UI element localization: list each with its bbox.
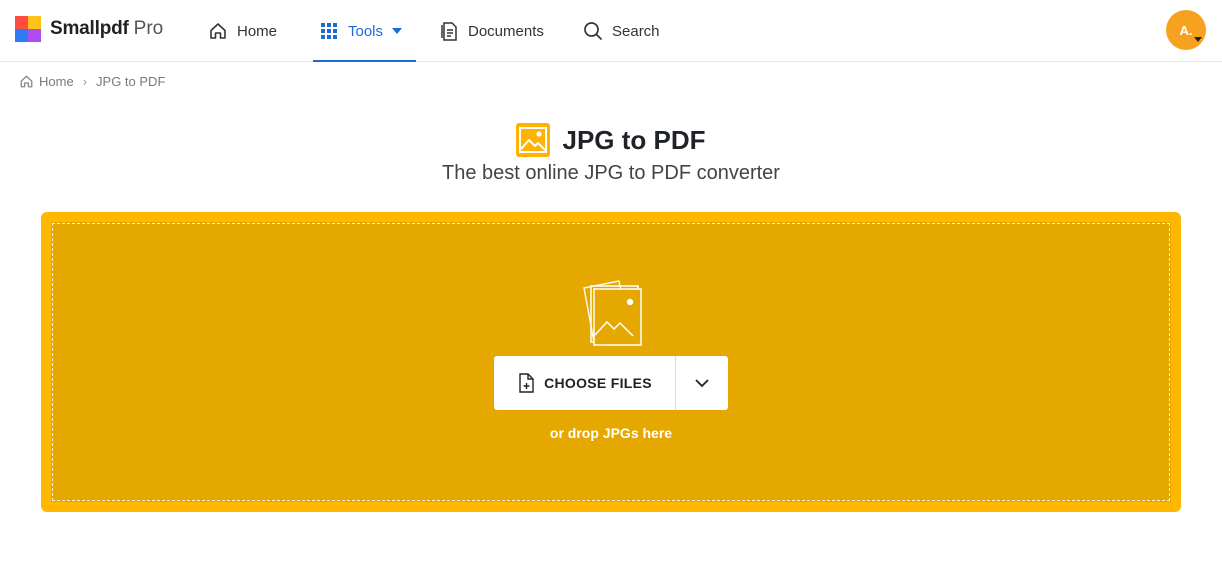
page-header: JPG to PDF xyxy=(0,123,1222,157)
nav-home-label: Home xyxy=(237,22,278,40)
breadcrumb-current: JPG to PDF xyxy=(96,73,166,89)
search-icon xyxy=(582,20,604,42)
file-add-icon xyxy=(519,373,534,393)
avatar-initials: A. xyxy=(1179,22,1193,38)
nav-search-label: Search xyxy=(612,22,660,40)
image-file-icon xyxy=(516,123,551,157)
breadcrumb-home[interactable]: Home xyxy=(19,74,74,89)
upload-illustration-icon xyxy=(583,280,642,346)
choose-files-button[interactable]: CHOOSE FILES xyxy=(494,356,675,410)
breadcrumb-home-label: Home xyxy=(39,73,74,89)
breadcrumb-separator: › xyxy=(82,73,88,89)
grid-icon xyxy=(318,20,340,42)
chevron-down-icon xyxy=(695,378,709,387)
nav-tools-label: Tools xyxy=(348,22,384,40)
page-title: JPG to PDF xyxy=(562,124,706,155)
choose-files-group: CHOOSE FILES xyxy=(494,356,728,410)
drop-hint: or drop JPGs here xyxy=(549,425,673,441)
choose-files-label: CHOOSE FILES xyxy=(544,375,652,391)
page-subtitle: The best online JPG to PDF converter xyxy=(442,162,780,184)
home-icon xyxy=(20,75,33,87)
top-navigation-bar: Smallpdf Pro Home Tools Documents Search… xyxy=(0,0,1222,62)
smallpdf-logo-icon xyxy=(15,16,41,42)
documents-icon xyxy=(438,20,460,42)
file-dropzone[interactable]: CHOOSE FILES or drop JPGs here xyxy=(41,212,1181,512)
nav-search[interactable]: Search xyxy=(582,0,660,62)
nav-tools[interactable]: Tools xyxy=(312,0,417,62)
caret-down-icon xyxy=(392,28,403,34)
smallpdf-logo[interactable]: Smallpdf Pro xyxy=(15,16,163,42)
brand-tier: Pro xyxy=(133,18,164,39)
user-avatar[interactable]: A. xyxy=(1166,10,1206,50)
nav-home[interactable]: Home xyxy=(207,0,277,62)
nav-documents-label: Documents xyxy=(468,22,544,40)
choose-source-dropdown[interactable] xyxy=(676,356,728,410)
nav-documents[interactable]: Documents xyxy=(438,0,544,62)
breadcrumb: Home › JPG to PDF xyxy=(19,72,165,90)
avatar-caret-icon xyxy=(1194,37,1202,42)
home-icon xyxy=(207,20,229,42)
brand-name: Smallpdf xyxy=(50,18,129,39)
